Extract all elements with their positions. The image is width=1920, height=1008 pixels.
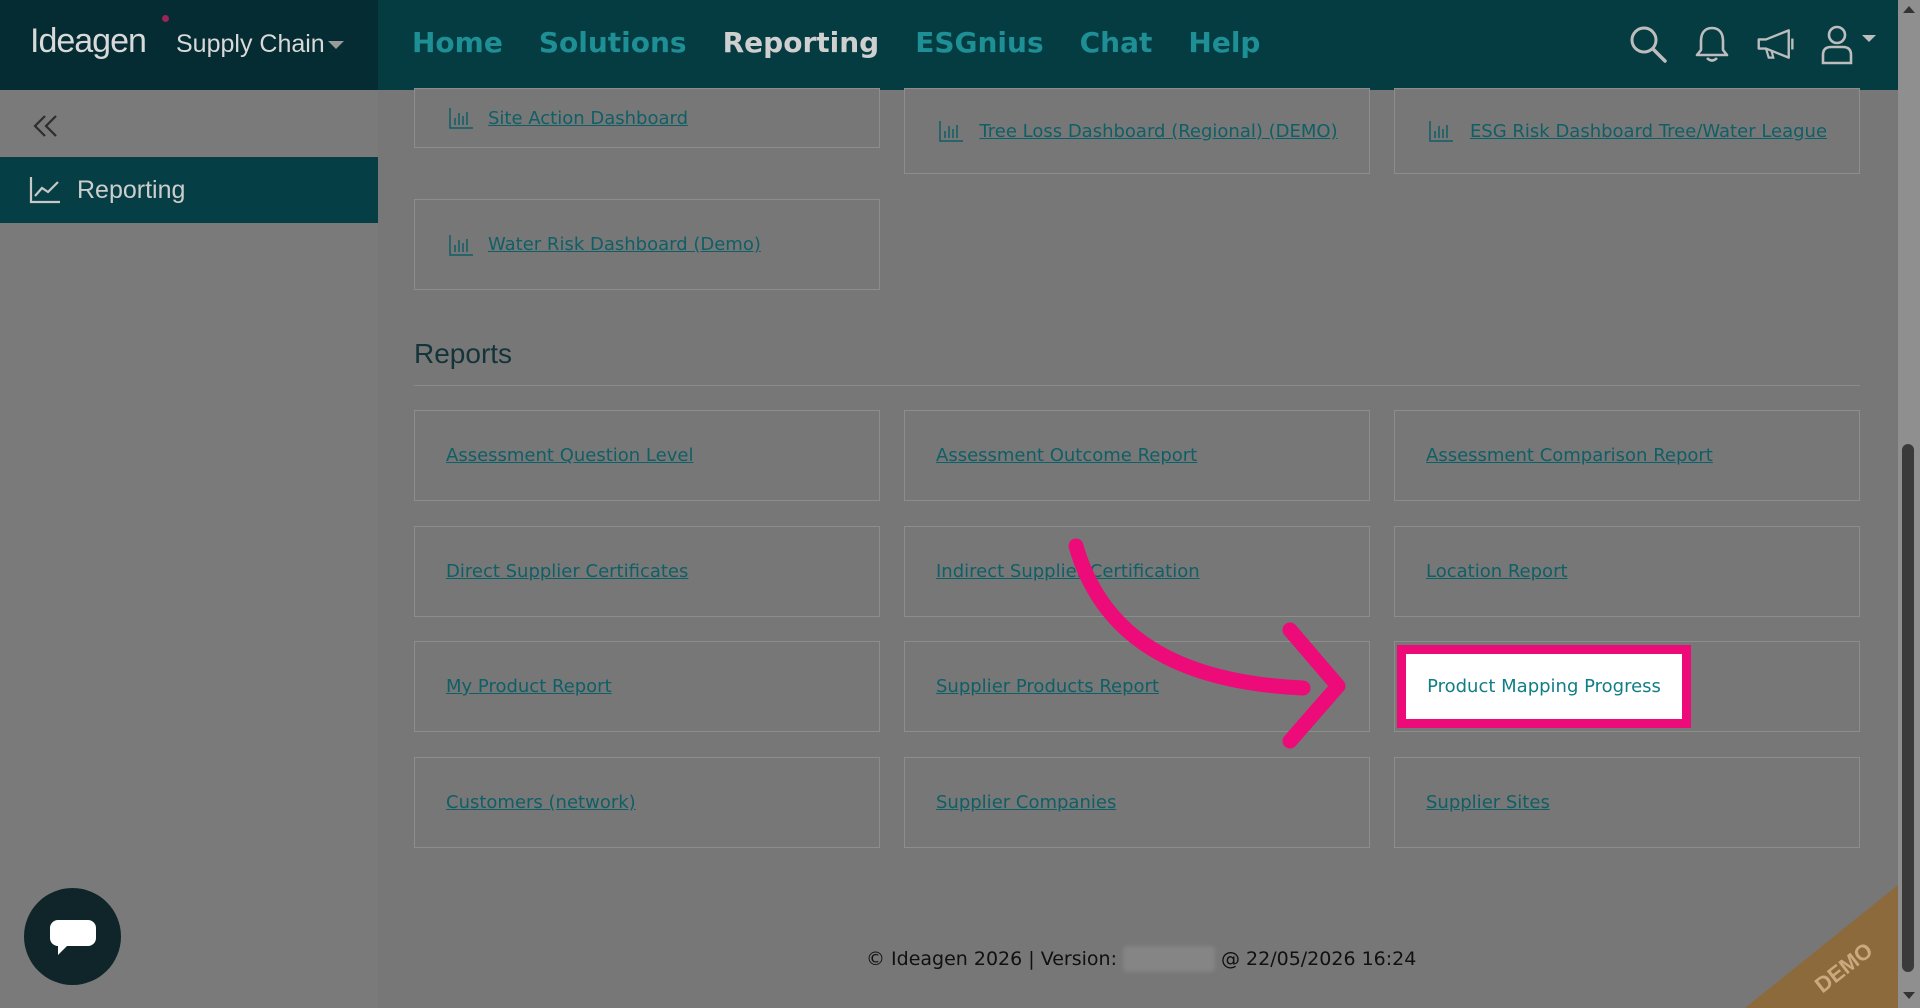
main-content: Site Action Dashboard Tree Loss Dashboar… (378, 88, 1898, 1008)
scrollbar[interactable] (1898, 0, 1920, 1008)
megaphone-icon[interactable] (1756, 22, 1796, 66)
footer-copyright: © Ideagen 2026 | Version: (866, 948, 1117, 970)
brand-switcher[interactable]: Ideagen Supply Chain (0, 0, 378, 90)
nav-help[interactable]: Help (1188, 26, 1260, 59)
brand-logo-dot (162, 15, 169, 22)
nav-reporting[interactable]: Reporting (723, 26, 880, 59)
bell-icon[interactable] (1692, 22, 1732, 66)
nav-home[interactable]: Home (412, 26, 503, 59)
sidebar: Reporting (0, 90, 378, 1008)
scroll-down-icon[interactable] (1903, 992, 1915, 999)
version-redacted (1122, 946, 1215, 972)
footer-timestamp: @ 22/05/2026 16:24 (1220, 948, 1417, 970)
nav-esgnius[interactable]: ESGnius (915, 26, 1043, 59)
report-card-highlighted[interactable]: Product Mapping Progress (1397, 645, 1691, 728)
search-icon[interactable] (1628, 22, 1668, 66)
chat-launcher[interactable] (24, 888, 121, 985)
sidebar-item-reporting[interactable]: Reporting (0, 157, 378, 223)
top-bar: Ideagen Supply Chain Home Solutions Repo… (0, 0, 1898, 90)
nav-chat[interactable]: Chat (1080, 26, 1153, 59)
product-name: Supply Chain (176, 30, 325, 58)
brand-logo: Ideagen (30, 22, 147, 60)
scroll-up-icon[interactable] (1903, 6, 1915, 13)
sidebar-item-label: Reporting (77, 175, 186, 204)
footer: © Ideagen 2026 | Version: @ 22/05/2026 1… (866, 946, 1416, 972)
user-icon (1821, 25, 1876, 65)
nav-solutions[interactable]: Solutions (539, 26, 687, 59)
trend-chart-icon (29, 177, 60, 204)
double-chevron-left-icon[interactable] (30, 110, 62, 142)
scrollbar-thumb[interactable] (1902, 444, 1914, 972)
chevron-down-icon (328, 41, 344, 49)
annotation-arrow-icon (1068, 538, 1346, 749)
user-menu[interactable] (1820, 22, 1878, 66)
header-actions (1628, 22, 1878, 66)
report-link-product-mapping-progress[interactable]: Product Mapping Progress (1427, 676, 1661, 697)
main-nav: Home Solutions Reporting ESGnius Chat He… (412, 26, 1260, 59)
chat-bubble-icon (49, 919, 96, 955)
